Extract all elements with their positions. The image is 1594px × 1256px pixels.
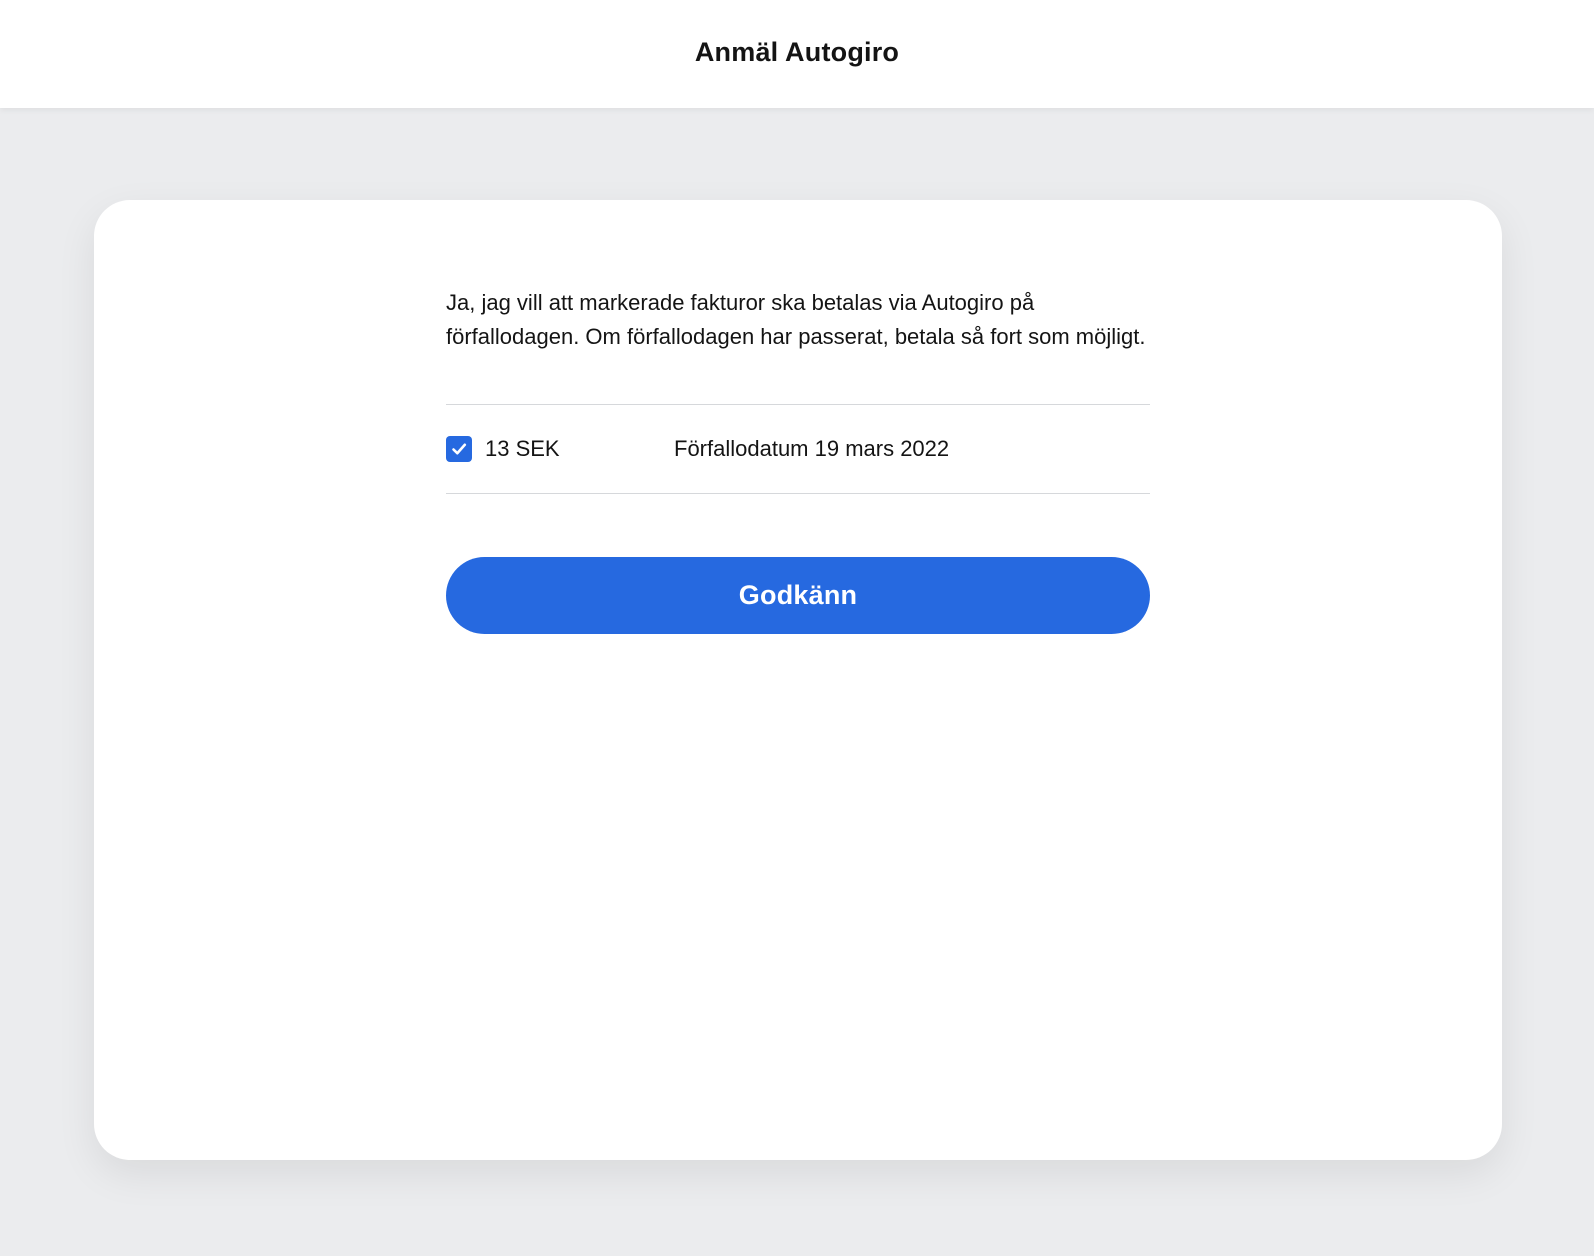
consent-text: Ja, jag vill att markerade fakturor ska …: [446, 290, 1146, 349]
invoice-list: 13 SEK Förfallodatum 19 mars 2022: [446, 404, 1150, 494]
invoice-row: 13 SEK Förfallodatum 19 mars 2022: [446, 405, 1150, 493]
invoice-due-date: Förfallodatum 19 mars 2022: [674, 436, 950, 461]
header-bar: Anmäl Autogiro: [0, 0, 1594, 108]
invoice-checkbox[interactable]: [446, 436, 472, 462]
invoice-amount: 13 SEK: [485, 436, 560, 461]
page-title: Anmäl Autogiro: [694, 36, 900, 67]
card-content: Ja, jag vill att markerade fakturor ska …: [446, 286, 1150, 634]
approve-button[interactable]: Godkänn: [446, 557, 1150, 634]
checkmark-icon: [452, 443, 467, 455]
autogiro-card: Ja, jag vill att markerade fakturor ska …: [94, 200, 1502, 1160]
